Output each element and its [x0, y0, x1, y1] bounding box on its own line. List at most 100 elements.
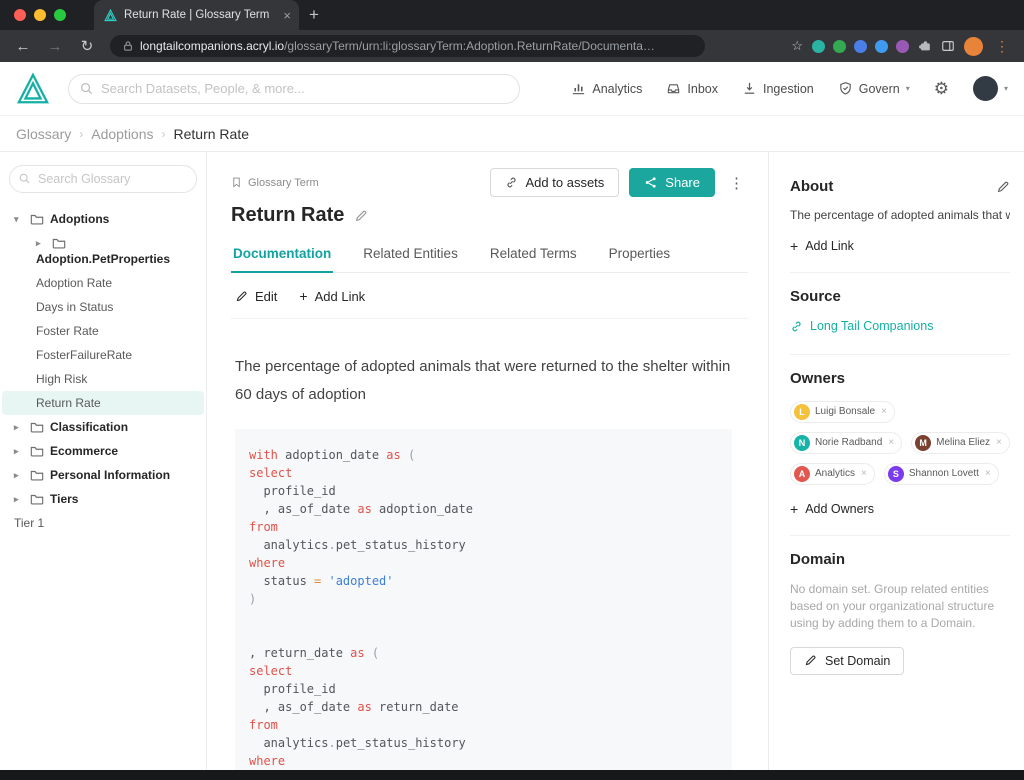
nav-govern[interactable]: Govern ▾ — [838, 81, 910, 96]
inbox-icon — [666, 81, 681, 96]
main-panel: Glossary Term Add to assets Share ⋮ Retu… — [207, 152, 768, 770]
chevron-right-icon[interactable]: ▸ — [14, 494, 24, 505]
owner-chips: L Luigi Bonsale × N Norie Radband × M Melina El… — [790, 400, 1010, 485]
green-extension-icon[interactable] — [833, 39, 846, 53]
source-link[interactable]: Long Tail Companions — [790, 319, 933, 333]
shield-extension-icon[interactable] — [812, 39, 825, 53]
glossary-item-adoption-petproperties[interactable]: ▸ Adoption.PetProperties — [2, 231, 204, 271]
owner-name: Luigi Bonsale — [815, 406, 876, 417]
owner-chip-shannon-lovett[interactable]: S Shannon Lovett × — [883, 462, 999, 485]
tab-related-entities[interactable]: Related Entities — [361, 239, 460, 272]
edit-button[interactable]: Edit — [235, 288, 277, 304]
zoom-window-button[interactable] — [54, 9, 66, 21]
glossary-item-tier-1[interactable]: Tier 1 — [2, 511, 204, 535]
breadcrumb-glossary[interactable]: Glossary — [16, 126, 71, 142]
user-menu[interactable]: ▾ — [972, 76, 1008, 101]
source-title: Source — [790, 288, 841, 305]
remove-owner-icon[interactable]: × — [985, 468, 991, 479]
nav-inbox[interactable]: Inbox — [666, 81, 718, 96]
blue-square-extension-icon[interactable] — [854, 39, 867, 53]
chevron-down-icon[interactable]: ▾ — [14, 214, 24, 225]
user-avatar — [972, 76, 998, 101]
glossary-item-ecommerce[interactable]: ▸ Ecommerce — [2, 439, 204, 463]
tab-documentation[interactable]: Documentation — [231, 239, 334, 273]
reload-button[interactable]: ↻ — [74, 37, 100, 55]
acryl-logo[interactable] — [16, 71, 50, 106]
folder-icon — [30, 468, 44, 482]
forward-button[interactable]: → — [42, 38, 68, 55]
owner-chip-luigi-bonsale[interactable]: L Luigi Bonsale × — [790, 400, 895, 423]
remove-owner-icon[interactable]: × — [881, 406, 887, 417]
owner-name: Melina Eliez — [936, 437, 991, 448]
at-extension-icon[interactable] — [875, 39, 888, 53]
owner-chip-analytics[interactable]: A Analytics × — [790, 462, 875, 485]
term-description: The percentage of adopted animals that w… — [235, 358, 731, 403]
nav-ingestion[interactable]: Ingestion — [742, 81, 814, 96]
lock-icon — [122, 40, 134, 52]
bookmark-star-icon[interactable]: ☆ — [791, 38, 803, 54]
close-tab-icon[interactable]: × — [283, 8, 291, 23]
tab-properties[interactable]: Properties — [607, 239, 673, 272]
more-options-icon[interactable]: ⋮ — [725, 174, 748, 192]
address-bar[interactable]: longtailcompanions.acryl.io/glossaryTerm… — [110, 35, 705, 57]
plus-icon: + — [299, 288, 308, 304]
glossary-item-label: Personal Information — [50, 468, 171, 482]
code-line: where — [249, 556, 286, 570]
remove-owner-icon[interactable]: × — [888, 437, 894, 448]
glossary-search — [9, 165, 197, 193]
browser-menu-icon[interactable]: ⋮ — [992, 38, 1012, 55]
glossary-item-foster-rate[interactable]: Foster Rate — [2, 319, 204, 343]
add-link-button[interactable]: + Add Link — [299, 288, 365, 304]
purple-extension-icon[interactable] — [896, 39, 909, 53]
set-domain-button[interactable]: Set Domain — [790, 646, 905, 675]
about-add-link-button[interactable]: + Add Link — [790, 238, 854, 254]
close-window-button[interactable] — [14, 9, 26, 21]
browser-profile-avatar[interactable] — [964, 36, 983, 56]
settings-gear-icon[interactable]: ⚙ — [934, 79, 949, 99]
code-line: , as_of_date as adoption_date — [249, 502, 473, 516]
code-line: ) — [249, 592, 257, 606]
remove-owner-icon[interactable]: × — [861, 468, 867, 479]
owner-chip-norie-radband[interactable]: N Norie Radband × — [790, 431, 903, 454]
about-title: About — [790, 178, 834, 195]
glossary-item-personal-information[interactable]: ▸ Personal Information — [2, 463, 204, 487]
glossary-item-adoption-rate[interactable]: Adoption Rate — [2, 271, 204, 295]
glossary-item-label: Days in Status — [36, 300, 114, 314]
new-tab-button[interactable]: + — [309, 5, 319, 25]
avatar: A — [794, 465, 810, 482]
owner-name: Norie Radband — [815, 437, 883, 448]
edit-about-icon[interactable] — [996, 180, 1010, 194]
chevron-right-icon[interactable]: ▸ — [14, 422, 24, 433]
add-to-assets-button[interactable]: Add to assets — [489, 168, 620, 197]
global-search-input[interactable] — [68, 73, 520, 104]
breadcrumb-adoptions[interactable]: Adoptions — [91, 126, 153, 142]
back-button[interactable]: ← — [10, 38, 36, 55]
share-button[interactable]: Share — [629, 168, 715, 197]
puzzle-extensions-icon[interactable] — [918, 39, 932, 53]
nav-analytics[interactable]: Analytics — [571, 81, 642, 96]
chevron-right-icon[interactable]: ▸ — [14, 470, 24, 481]
content: ▾ Adoptions ▸ Adoption.PetProperties Adoptio… — [0, 152, 1024, 770]
glossary-item-return-rate[interactable]: Return Rate — [2, 391, 204, 415]
side-panel-icon[interactable] — [941, 39, 955, 53]
owner-chip-melina-eliez[interactable]: M Melina Eliez × — [911, 431, 1010, 454]
chevron-right-icon[interactable]: ▸ — [14, 446, 24, 457]
glossary-item-tiers[interactable]: ▸ Tiers — [2, 487, 204, 511]
browser-tab[interactable]: Return Rate | Glossary Term × — [94, 0, 299, 30]
code-line: profile_id — [249, 484, 336, 498]
minimize-window-button[interactable] — [34, 9, 46, 21]
glossary-item-days-in-status[interactable]: Days in Status — [2, 295, 204, 319]
glossary-item-classification[interactable]: ▸ Classification — [2, 415, 204, 439]
app-header: Analytics Inbox Ingestion Govern ▾ ⚙ ▾ — [0, 62, 1024, 116]
glossary-search-input[interactable] — [9, 165, 197, 193]
glossary-item-fosterfailurerate[interactable]: FosterFailureRate — [2, 343, 204, 367]
code-line: select — [249, 664, 293, 678]
glossary-item-high-risk[interactable]: High Risk — [2, 367, 204, 391]
remove-owner-icon[interactable]: × — [996, 437, 1002, 448]
chevron-right-icon[interactable]: ▸ — [36, 238, 46, 249]
domain-empty-text: No domain set. Group related entities ba… — [790, 581, 995, 630]
glossary-item-adoptions[interactable]: ▾ Adoptions — [2, 207, 204, 231]
add-owners-button[interactable]: + Add Owners — [790, 501, 874, 517]
edit-title-icon[interactable] — [354, 209, 368, 223]
tab-related-terms[interactable]: Related Terms — [488, 239, 579, 272]
